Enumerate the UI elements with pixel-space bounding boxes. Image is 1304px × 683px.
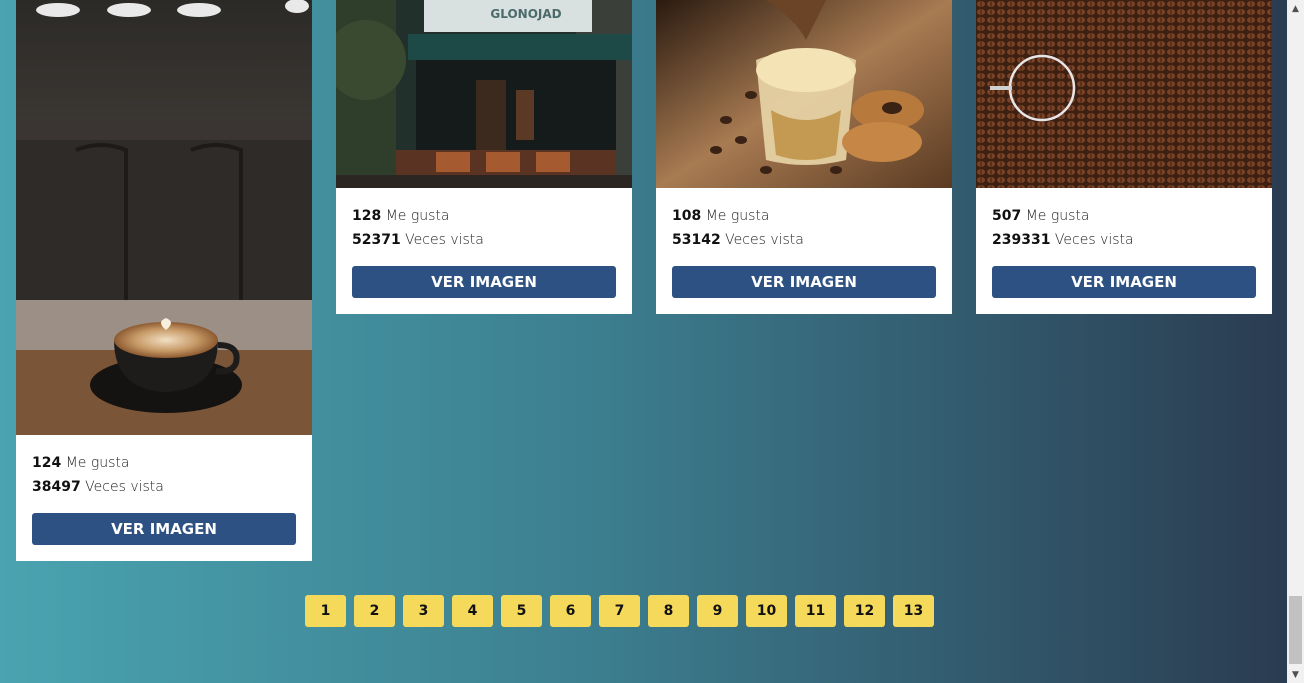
page-button-5[interactable]: 5 [501,595,542,627]
view-image-button[interactable]: VER IMAGEN [352,266,616,298]
scroll-up-arrow-icon[interactable]: ▲ [1287,0,1304,17]
views-count: 239331 [992,232,1051,248]
views-label: Veces vista [405,232,484,248]
view-image-button[interactable]: VER IMAGEN [32,513,296,545]
store-sign-text: GLONOJAD [490,7,561,21]
likes-label: Me gusta [65,455,130,471]
likes-count: 128 [352,208,382,224]
affogato-photo[interactable] [656,0,952,188]
views-count: 38497 [32,479,81,495]
coffee-beans-photo[interactable] [976,0,1272,188]
card-stats: 108 Me gusta 53142 Veces vista VER IMAGE… [656,188,952,314]
views-label: Veces vista [1054,232,1134,248]
view-image-button[interactable]: VER IMAGEN [992,266,1256,298]
card-stats: 124 Me gusta 38497 Veces vista VER IMAGE… [16,435,312,561]
views-line: 52371 Veces vista [352,228,616,252]
scrollbar-thumb[interactable] [1289,596,1302,664]
card-stats: 507 Me gusta 239331 Veces vista VER IMAG… [976,188,1272,314]
likes-count: 108 [672,208,702,224]
views-count: 53142 [672,232,721,248]
page-button-7[interactable]: 7 [599,595,640,627]
page-button-9[interactable]: 9 [697,595,738,627]
vertical-scrollbar[interactable]: ▲ ▼ [1287,0,1304,683]
image-card: 507 Me gusta 239331 Veces vista VER IMAG… [976,0,1272,314]
likes-line: 507 Me gusta [992,204,1256,228]
page-button-1[interactable]: 1 [305,595,346,627]
likes-label: Me gusta [385,208,450,224]
likes-line: 124 Me gusta [32,451,296,475]
gallery-page: 124 Me gusta 38497 Veces vista VER IMAGE… [0,0,1287,683]
page-button-3[interactable]: 3 [403,595,444,627]
image-card: GLONOJAD 128 Me gusta 52371 Veces vista … [336,0,632,314]
card-stats: 128 Me gusta 52371 Veces vista VER IMAGE… [336,188,632,314]
views-count: 52371 [352,232,401,248]
pagination: 1 2 3 4 5 6 7 8 9 10 11 12 13 [305,595,934,627]
page-button-2[interactable]: 2 [354,595,395,627]
views-label: Veces vista [85,479,164,495]
storefront-photo[interactable]: GLONOJAD [336,0,632,188]
views-line: 38497 Veces vista [32,475,296,499]
page-button-11[interactable]: 11 [795,595,836,627]
image-card: 124 Me gusta 38497 Veces vista VER IMAGE… [16,0,312,561]
views-line: 239331 Veces vista [992,228,1256,252]
views-label: Veces vista [725,232,804,248]
likes-line: 128 Me gusta [352,204,616,228]
view-image-button[interactable]: VER IMAGEN [672,266,936,298]
page-button-10[interactable]: 10 [746,595,787,627]
image-card: 108 Me gusta 53142 Veces vista VER IMAGE… [656,0,952,314]
cafe-latte-photo[interactable] [16,0,312,435]
page-button-6[interactable]: 6 [550,595,591,627]
page-button-12[interactable]: 12 [844,595,885,627]
likes-count: 124 [32,455,62,471]
likes-count: 507 [992,208,1022,224]
page-button-8[interactable]: 8 [648,595,689,627]
page-button-4[interactable]: 4 [452,595,493,627]
likes-line: 108 Me gusta [672,204,936,228]
scroll-down-arrow-icon[interactable]: ▼ [1287,666,1304,683]
page-button-13[interactable]: 13 [893,595,934,627]
likes-label: Me gusta [705,208,770,224]
likes-label: Me gusta [1025,208,1090,224]
views-line: 53142 Veces vista [672,228,936,252]
